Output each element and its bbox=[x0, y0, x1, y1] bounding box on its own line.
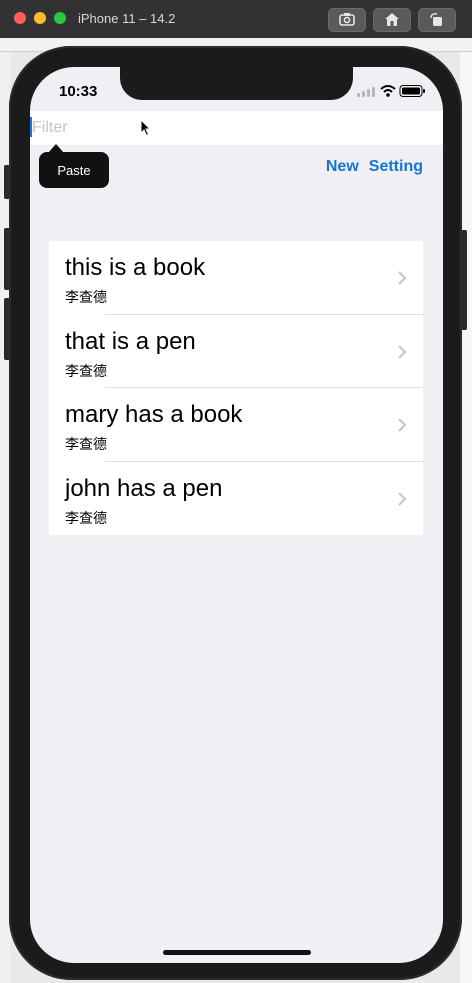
status-time: 10:33 bbox=[59, 83, 98, 100]
status-icons bbox=[357, 85, 425, 97]
wifi-icon bbox=[380, 85, 396, 97]
close-window-button[interactable] bbox=[14, 12, 26, 24]
item-title: that is a pen bbox=[65, 327, 196, 355]
chevron-right-icon bbox=[398, 271, 407, 285]
list-item[interactable]: john has a pen 李查德 bbox=[49, 462, 423, 536]
item-author: 李查德 bbox=[65, 437, 107, 453]
setting-button[interactable]: Setting bbox=[369, 158, 423, 176]
minimize-window-button[interactable] bbox=[34, 12, 46, 24]
power-button bbox=[461, 230, 467, 330]
list-item[interactable]: this is a book 李查德 bbox=[49, 241, 423, 315]
new-button[interactable]: New bbox=[326, 158, 359, 176]
app-screen: 10:33 Paste New Setting this is a book bbox=[30, 67, 443, 963]
volume-up-button bbox=[4, 228, 10, 290]
screenshot-button[interactable] bbox=[328, 8, 366, 32]
text-caret bbox=[30, 117, 32, 137]
battery-icon bbox=[399, 85, 425, 97]
item-author: 李查德 bbox=[65, 363, 107, 380]
home-button[interactable] bbox=[373, 8, 411, 32]
paste-menu-item[interactable]: Paste bbox=[39, 152, 109, 188]
window-title: iPhone 11 – 14.2 bbox=[78, 11, 176, 26]
item-author: 李查德 bbox=[65, 510, 107, 527]
rotate-icon bbox=[430, 13, 442, 26]
nav-actions: New Setting bbox=[326, 158, 423, 176]
mute-switch bbox=[4, 165, 10, 199]
list-item[interactable]: mary has a book 李查德 bbox=[49, 388, 423, 462]
chevron-right-icon bbox=[398, 491, 407, 506]
simulator-titlebar: iPhone 11 – 14.2 bbox=[0, 0, 472, 39]
home-icon bbox=[385, 13, 399, 26]
mouse-pointer-icon bbox=[140, 119, 152, 137]
volume-down-button bbox=[4, 298, 10, 360]
notch bbox=[120, 67, 353, 100]
zoom-window-button[interactable] bbox=[54, 12, 66, 24]
filter-bar bbox=[30, 111, 443, 145]
item-title: john has a pen bbox=[65, 474, 223, 502]
screenshot-icon bbox=[339, 13, 355, 26]
filter-input[interactable] bbox=[30, 115, 332, 141]
list-item[interactable]: that is a pen 李查德 bbox=[49, 315, 423, 388]
rotate-button[interactable] bbox=[418, 8, 456, 32]
chevron-right-icon bbox=[398, 418, 407, 432]
book-list: this is a book 李查德 that is a pen 李查德 mar… bbox=[49, 241, 423, 535]
signal-icon bbox=[357, 87, 375, 97]
item-title: mary has a book bbox=[65, 401, 243, 428]
home-indicator[interactable] bbox=[163, 950, 311, 955]
chevron-right-icon bbox=[398, 344, 407, 359]
item-author: 李查德 bbox=[65, 290, 107, 306]
item-title: this is a book bbox=[65, 254, 206, 281]
